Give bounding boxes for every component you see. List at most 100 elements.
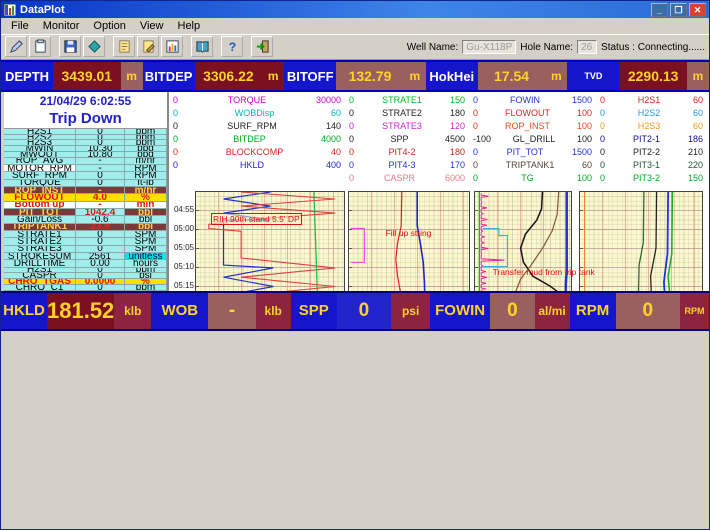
chart-annotation: RIH 90th stand 5.5' DP [211, 213, 302, 225]
track-header-cell: 0BLOCKCOMP40 [169, 146, 345, 159]
curve-name: BITDEP [233, 133, 266, 146]
scale-min: -100 [473, 133, 491, 146]
print-toolbar-button[interactable] [83, 36, 105, 57]
readout-unit: m [545, 62, 567, 90]
scale-max: 210 [688, 146, 703, 159]
readout-value: 0 [616, 293, 680, 329]
parameter-value: 0 [76, 273, 125, 278]
track-header-row: 0HKLD4000PIT4-31700TRIPTANK1600PIT3-1220 [169, 159, 707, 172]
parameter-unit: m/hr [125, 187, 167, 193]
menu-item-monitor[interactable]: Monitor [37, 19, 86, 33]
parameter-value: 0 [76, 238, 125, 244]
exit-toolbar-button[interactable] [251, 36, 273, 57]
scale-min: 0 [349, 159, 354, 172]
time-label: 05:00 [169, 224, 194, 233]
parameter-row-pit-tot: PIT_TOT1042.4bbl [4, 209, 167, 216]
clipboard-icon [33, 39, 48, 54]
parameter-row-rop-avg: ROP_AVG-m/hr [4, 158, 167, 165]
curve-name: SURF_RPM [227, 120, 277, 133]
track-curves [580, 192, 704, 291]
save-toolbar-button[interactable] [59, 36, 81, 57]
track-header-cell: 0PIT_TOT1500 [469, 146, 596, 159]
scale-max: 140 [326, 120, 341, 133]
menu-item-help[interactable]: Help [172, 19, 207, 33]
readout-value: 0 [337, 293, 391, 329]
track-curves [196, 192, 346, 291]
readout-value: 181.52 [47, 293, 114, 329]
readout-unit: m [262, 62, 284, 90]
minimize-button[interactable]: _ [651, 3, 668, 17]
curve-name: PIT3-1 [633, 159, 660, 172]
scale-min: 0 [173, 120, 178, 133]
curve-name: CASPR [384, 172, 415, 185]
parameter-value: 33.8 [76, 224, 125, 230]
toolbar: ? Well Name: Gu-X118P Hole Name: 26 Stat… [1, 35, 709, 60]
curve-pulse [351, 229, 365, 263]
parameter-label: H2S2 [4, 135, 76, 140]
note-edit-toolbar-button[interactable] [137, 36, 159, 57]
note-toolbar-button[interactable] [113, 36, 135, 57]
scale-max: 60 [693, 94, 703, 107]
parameter-row-flowout: FLOWOUT4.0% [4, 194, 167, 201]
book-toolbar-button[interactable] [191, 36, 213, 57]
readout-hokhei: HokHei17.54m [426, 62, 568, 90]
readout-label: BITOFF [284, 62, 336, 90]
parameter-label: MWIN [4, 146, 76, 151]
parameter-value: 0 [76, 135, 125, 140]
curve-pit4-2 [396, 192, 403, 291]
save-icon [63, 39, 78, 54]
parameter-value: 0 [76, 231, 125, 237]
track-header-row: 0SURF_RPM1400STRATE31200ROP_INST1000H2S3… [169, 120, 707, 133]
scale-min: 0 [349, 172, 354, 185]
time-axis: 04:5505:0005:0505:1005:1505:2005:2505:30… [169, 191, 195, 291]
parameter-unit: unitless [125, 253, 167, 259]
scale-min: 0 [473, 120, 478, 133]
parameter-label: Gain/Loss [4, 216, 76, 222]
curve-name: TORQUE [228, 94, 266, 107]
scale-max: 180 [450, 146, 465, 159]
toolbar-buttons: ? [5, 36, 275, 59]
track-header-row: 0TORQUE300000STRATE11500FOWIN15000H2S160 [169, 94, 707, 107]
time-label: 05:10 [169, 262, 194, 271]
parameter-value: 0 [76, 140, 125, 145]
readout-bitdep: BITDEP3306.22m [143, 62, 285, 90]
scale-max: 60 [693, 120, 703, 133]
curve-name: FLOWOUT [505, 107, 550, 120]
maximize-button[interactable]: ❐ [670, 3, 687, 17]
status-text: Status : Connecting...... [601, 42, 705, 53]
parameter-value: 0 [76, 180, 125, 186]
curve-pit3-1 [639, 192, 644, 291]
track-header-row: 0CASPR60000TG1000PIT3-2150 [169, 172, 707, 185]
hole-name-field[interactable]: 26 [577, 40, 597, 54]
chart-toolbar-button[interactable] [161, 36, 183, 57]
menu-item-file[interactable]: File [5, 19, 35, 33]
parameter-value: 0.00 [76, 260, 125, 266]
close-button[interactable]: ✕ [689, 3, 706, 17]
parameter-label: TORQUE [4, 180, 76, 186]
parameter-unit: ppm [125, 135, 167, 140]
pencil-toolbar-button[interactable] [5, 36, 27, 57]
plot-track-2: Fill up string [348, 191, 470, 291]
scale-max: 4500 [445, 133, 465, 146]
readout-value: 0 [490, 293, 534, 329]
help-toolbar-button[interactable]: ? [221, 36, 243, 57]
curve-name: SPP [390, 133, 408, 146]
scale-max: 186 [688, 133, 703, 146]
parameter-unit: SPM [125, 238, 167, 244]
menu-item-option[interactable]: Option [87, 19, 131, 33]
clipboard-toolbar-button[interactable] [29, 36, 51, 57]
track-header-row: 0BITDEP40000SPP4500-100GL_DRILL1000PIT2-… [169, 133, 707, 146]
readout-label: HKLD [1, 293, 47, 329]
scale-min: 0 [600, 159, 605, 172]
track-header-cell: 0CASPR6000 [345, 172, 469, 185]
chart-annotation: Transfer mud from trip tank [493, 267, 595, 277]
well-name-field[interactable]: Gu-X118P [462, 40, 516, 54]
track-header-cell: 0HKLD400 [169, 159, 345, 172]
curve-name: PIT_TOT [507, 146, 544, 159]
scale-max: 400 [326, 159, 341, 172]
menu-item-view[interactable]: View [134, 19, 170, 33]
parameter-label: CHRO_TGAS [4, 279, 76, 284]
parameter-value: 0 [76, 129, 125, 134]
parameter-row-strate2: STRATE20SPM [4, 238, 167, 245]
parameter-label: MOTOR_RPM [4, 165, 76, 171]
